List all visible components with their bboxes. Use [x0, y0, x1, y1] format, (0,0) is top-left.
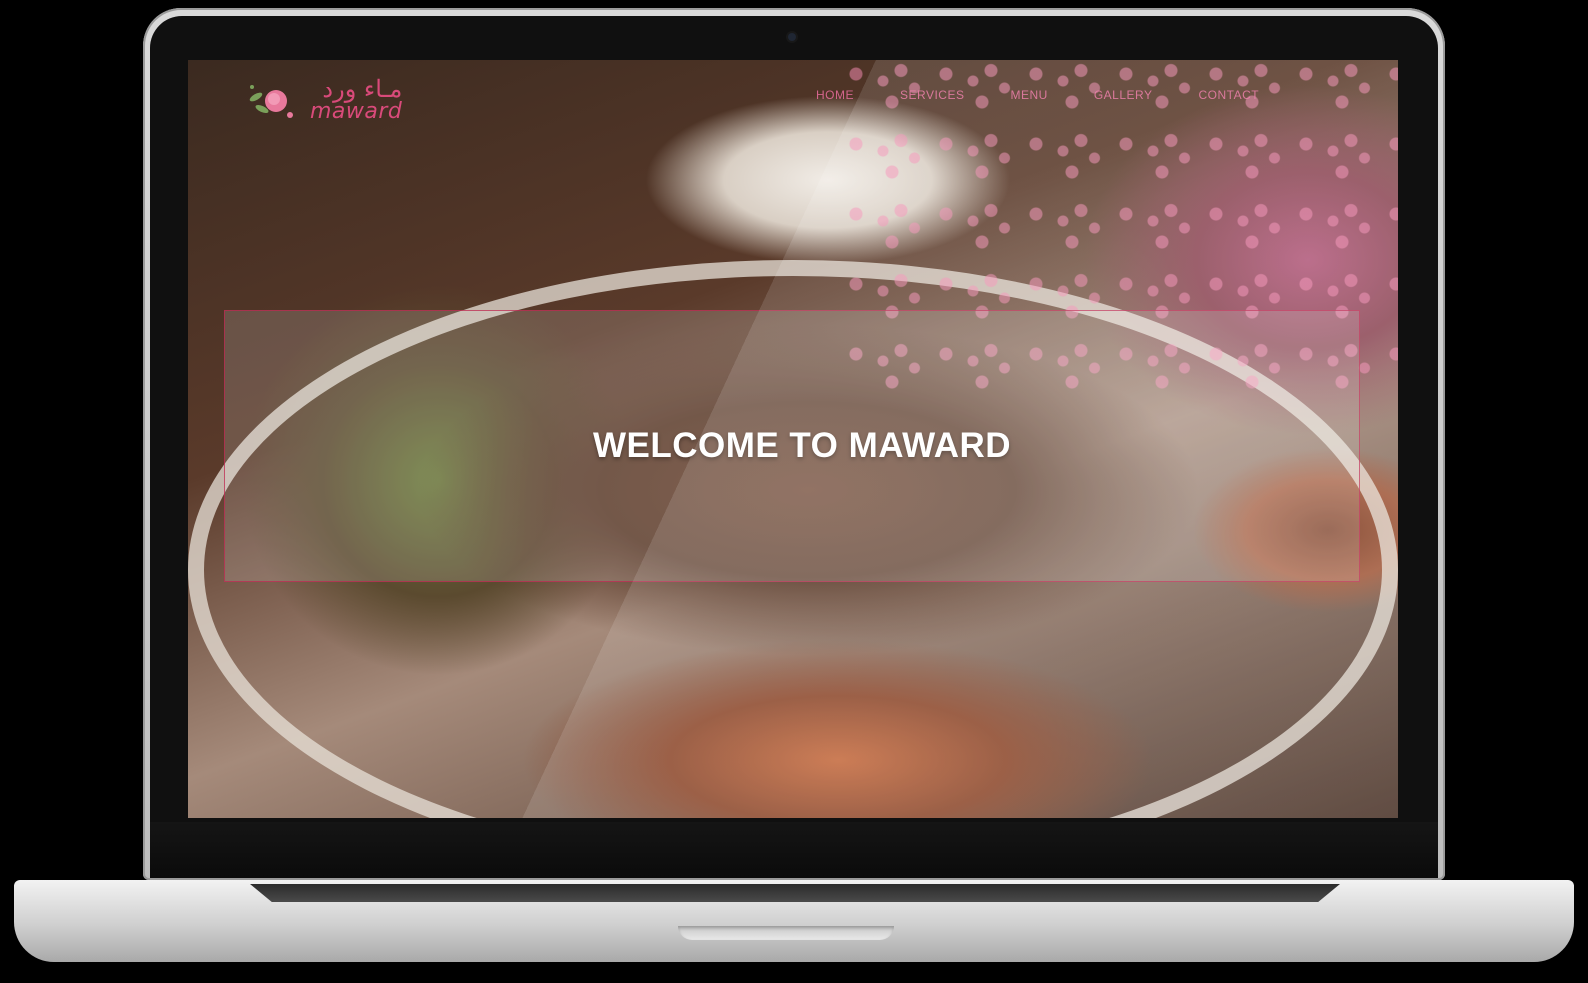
hero-title: WELCOME TO MAWARD [592, 426, 1012, 465]
logo-arabic-text: مـاء ورد [322, 75, 403, 103]
screen-bezel-bottom [150, 822, 1438, 878]
nav-link-gallery[interactable]: Gallery [1094, 88, 1153, 102]
navbar: مـاء ورد maward Home Services Menu Galle… [188, 60, 1398, 136]
nav-link-menu[interactable]: Menu [1010, 88, 1047, 102]
nav-link-services[interactable]: Services [900, 88, 964, 102]
site-logo[interactable]: مـاء ورد maward [244, 72, 414, 128]
logo-latin-text: maward [310, 99, 403, 124]
laptop-opening-notch [678, 926, 894, 940]
rose-icon [249, 85, 293, 118]
laptop-hinge [250, 884, 1340, 902]
camera-icon [788, 33, 796, 41]
nav-link-home[interactable]: Home [816, 88, 854, 102]
hero-banner: WELCOME TO MAWARD [224, 310, 1360, 582]
nav-menu: Home Services Menu Gallery Contact [816, 88, 1259, 102]
website-screen: مـاء ورد maward Home Services Menu Galle… [188, 60, 1398, 818]
nav-link-contact[interactable]: Contact [1198, 88, 1259, 102]
